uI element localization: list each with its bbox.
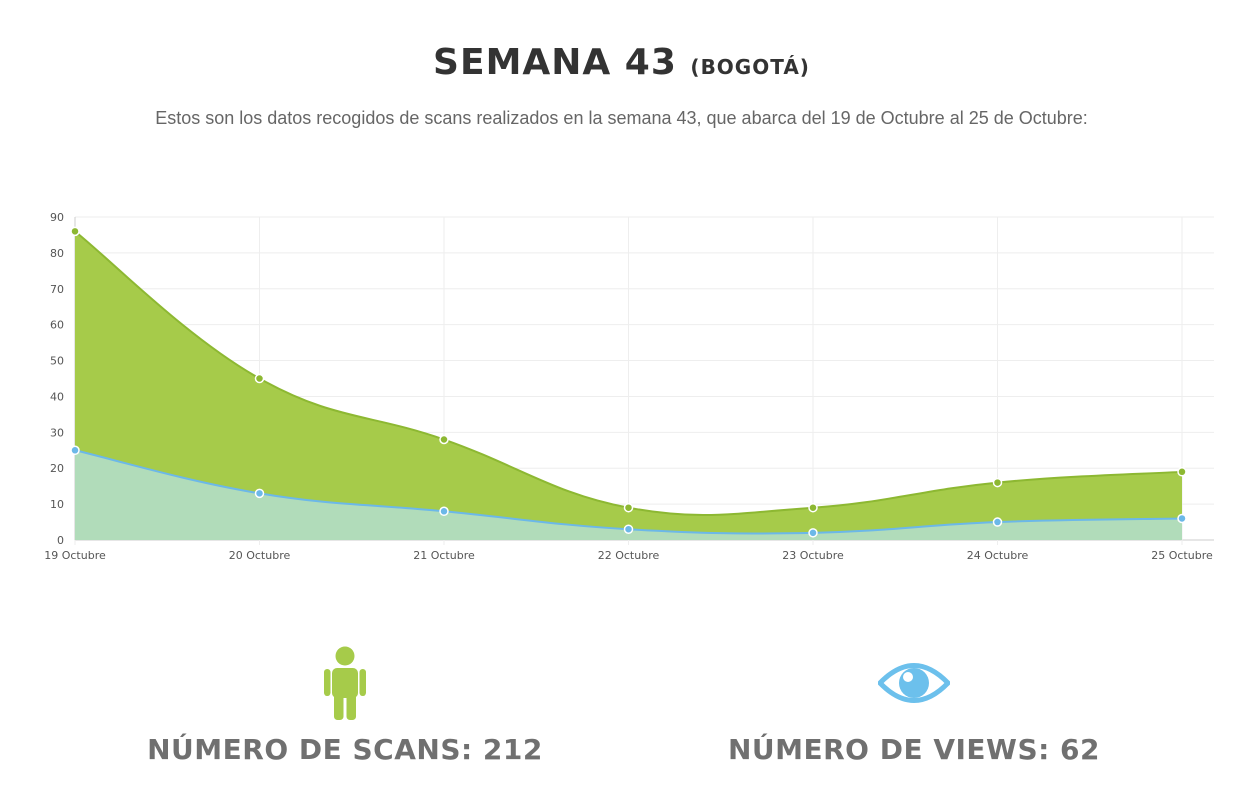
page-header: SEMANA 43 (BOGOTÁ) Estos son los datos r… (0, 38, 1243, 130)
scans-data-point (623, 502, 634, 513)
y-tick-label: 60 (50, 319, 64, 332)
views-data-point (623, 524, 634, 534)
views-data-point (1177, 513, 1187, 524)
y-tick-label: 40 (50, 390, 64, 403)
scans-count-label: NÚMERO DE SCANS: 212 (147, 733, 543, 766)
page-subtitle: Estos son los datos recogidos de scans r… (155, 108, 1088, 128)
person-icon (324, 646, 366, 720)
title-week: SEMANA 43 (433, 42, 677, 83)
x-tick-label: 21 Octubre (413, 549, 475, 562)
x-tick-label: 23 Octubre (782, 549, 844, 562)
x-tick-label: 22 Octubre (598, 549, 660, 562)
y-tick-label: 50 (50, 355, 64, 368)
views-count-label: NÚMERO DE VIEWS: 62 (727, 733, 1101, 766)
y-tick-label: 70 (50, 283, 64, 296)
page-title: SEMANA 43 (BOGOTÁ) (0, 38, 1243, 92)
y-tick-label: 80 (50, 247, 64, 260)
scans-data-point (1177, 467, 1187, 477)
y-tick-label: 90 (50, 211, 64, 224)
views-data-point (70, 445, 80, 456)
scans-data-point (439, 434, 449, 445)
scans-data-point (992, 477, 1003, 488)
y-tick-label: 30 (50, 426, 64, 439)
views-data-point (439, 506, 449, 517)
x-tick-label: 20 Octubre (229, 549, 291, 562)
y-tick-label: 0 (57, 534, 64, 547)
scans-data-point (254, 373, 265, 384)
views-data-point (254, 488, 265, 499)
y-tick-label: 20 (50, 462, 64, 475)
x-tick-label: 19 Octubre (44, 549, 106, 562)
y-tick-label: 10 (50, 498, 64, 511)
title-city: (BOGOTÁ) (690, 55, 810, 79)
scans-stat: NÚMERO DE SCANS: 212 (115, 640, 575, 766)
x-tick-label: 25 Octubre (1151, 549, 1213, 562)
scans-data-point (70, 226, 80, 237)
eye-icon (878, 663, 950, 703)
views-data-point (808, 528, 818, 538)
weekly-scans-chart: 0 10 20 30 40 50 60 70 80 90 19 Octubre 20 Octubre 2… (44, 211, 1214, 562)
views-data-point (992, 517, 1003, 527)
scans-data-point (808, 502, 818, 513)
views-stat: NÚMERO DE VIEWS: 62 (684, 640, 1144, 766)
x-tick-label: 24 Octubre (967, 549, 1029, 562)
